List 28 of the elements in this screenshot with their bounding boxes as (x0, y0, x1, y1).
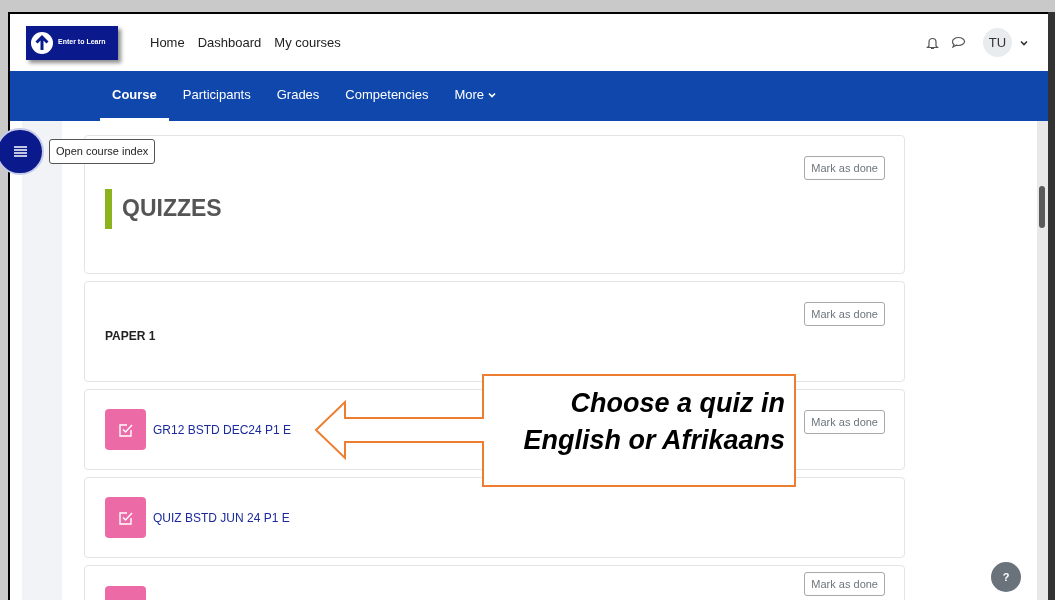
accent-bar (105, 188, 112, 229)
tooltip: Open course index (49, 139, 156, 164)
nav-tab[interactable]: Grades (264, 71, 332, 121)
caret-icon (488, 91, 497, 98)
user-avatar[interactable]: TU (983, 28, 1012, 57)
nav-link[interactable]: My courses (274, 32, 341, 53)
mark-as-done-button[interactable]: Mark as done (804, 572, 885, 596)
bell-icon[interactable] (926, 35, 939, 50)
nav-link[interactable]: Dashboard (197, 32, 262, 53)
scrollbar[interactable] (1037, 121, 1048, 600)
quiz-link[interactable]: GR12 BSTD DEC24 P1 E (153, 420, 292, 439)
quiz-icon (105, 497, 146, 538)
caret-icon[interactable] (1020, 39, 1028, 46)
section-heading: QUIZZES (122, 194, 222, 224)
nav-tab[interactable]: Participants (170, 71, 263, 121)
nav-tab[interactable]: Competencies (333, 71, 441, 121)
nav-tab[interactable]: More (442, 71, 509, 121)
nav-link[interactable]: Home (150, 32, 185, 53)
nav-tab[interactable]: Course (100, 71, 169, 121)
list-icon (13, 146, 27, 157)
quiz-link[interactable]: QUIZ BSTD JUN 24 P1 E (153, 508, 290, 527)
chat-bubble-icon[interactable] (951, 36, 966, 49)
callout-text: Choose a quiz in English or Afrikaans (522, 387, 785, 457)
mark-as-done-button[interactable]: Mark as done (804, 302, 885, 326)
quiz-icon (105, 409, 146, 450)
mark-as-done-button[interactable]: Mark as done (804, 410, 885, 434)
section-subheading: PAPER 1 (105, 327, 156, 345)
mark-as-done-button[interactable]: Mark as done (804, 156, 885, 180)
